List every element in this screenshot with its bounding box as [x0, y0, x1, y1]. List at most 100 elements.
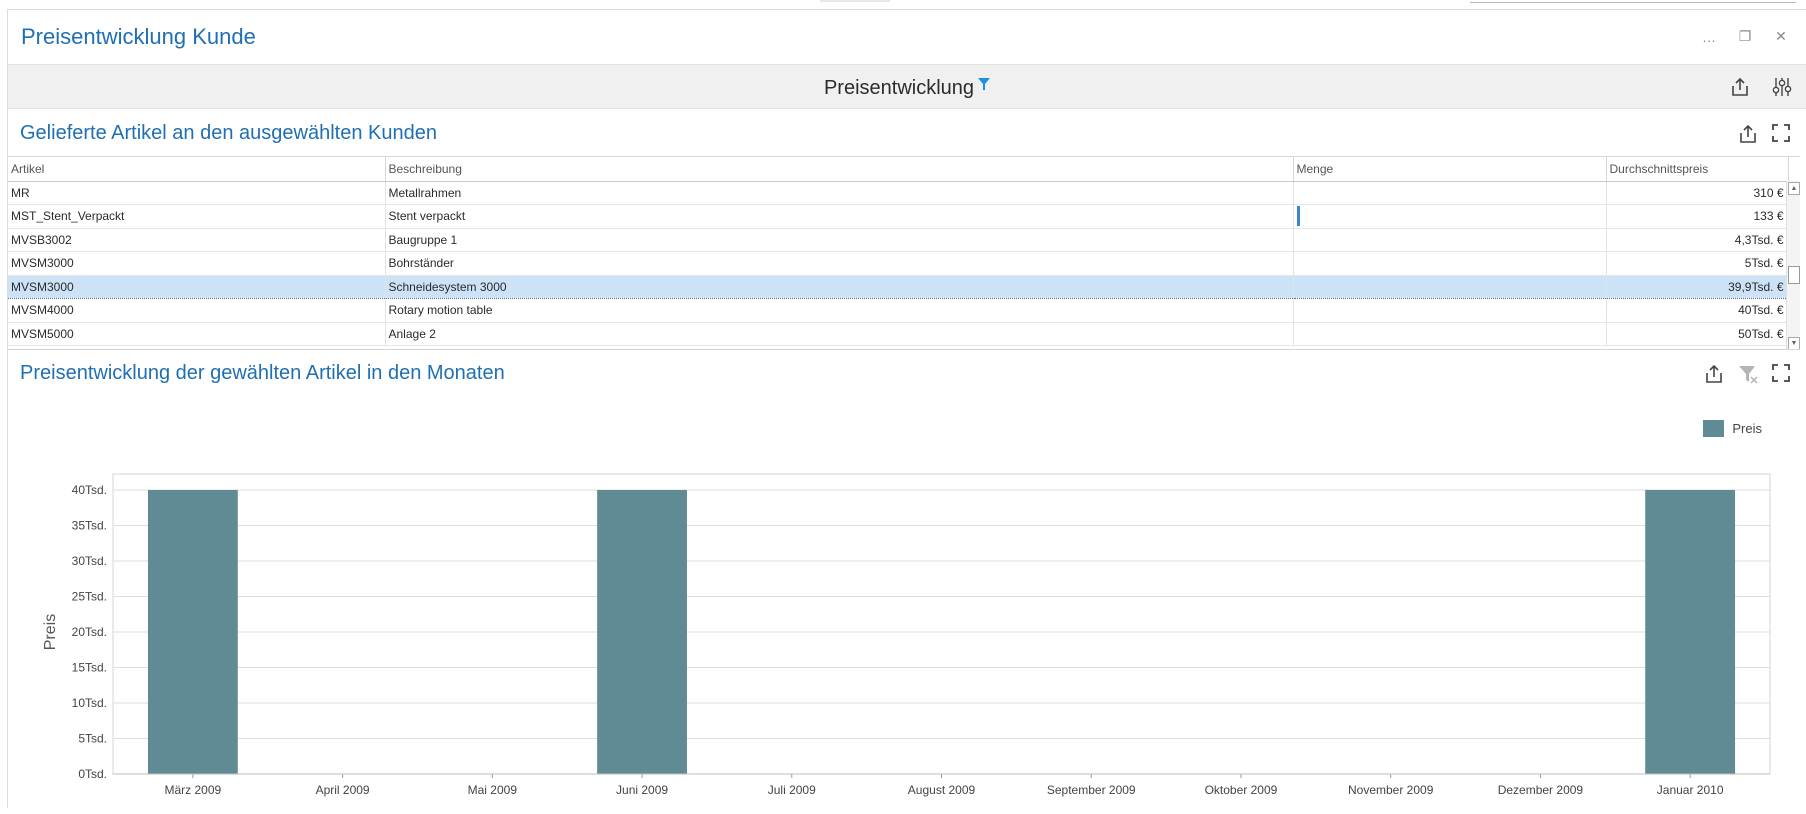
grid-export-icon[interactable]	[1738, 124, 1758, 144]
cell-beschreibung-text: Rotary motion table	[388, 303, 493, 318]
title-bar: Preisentwicklung Kunde … ❐ ✕	[8, 10, 1806, 64]
cell-beschreibung: Rotary motion table	[385, 298, 1294, 323]
cell-durchschnittspreis-text: 5Tsd. €	[1744, 256, 1784, 271]
cell-artikel-text: MR	[11, 185, 30, 200]
cell-beschreibung: Metallrahmen	[385, 181, 1294, 205]
parameters-icon[interactable]	[1772, 77, 1792, 97]
y-tick-label: 0Tsd.	[78, 767, 107, 781]
x-tick-label: Januar 2010	[1657, 783, 1724, 797]
y-tick-label: 35Tsd.	[72, 519, 107, 533]
cell-artikel: MVSB3002	[8, 228, 386, 252]
cell-durchschnittspreis: 50Tsd. €	[1606, 322, 1789, 346]
table-row[interactable]: MVSM5000 Anlage 2 50Tsd. €	[8, 322, 1789, 346]
y-tick-label: 30Tsd.	[72, 554, 107, 568]
bar-0-3	[597, 490, 687, 774]
window-controls: … ❐ ✕	[1702, 28, 1788, 45]
cell-menge	[1293, 298, 1607, 323]
cell-menge	[1293, 274, 1607, 299]
chart-svg: 0Tsd. 5Tsd. 10Tsd. 15Tsd. 20Tsd. 25Tsd. 30Tsd.…	[42, 473, 1771, 797]
column-header-menge[interactable]: Menge	[1293, 157, 1607, 182]
cell-beschreibung-text: Schneidesystem 3000	[388, 279, 507, 294]
cell-artikel-text: MVSM5000	[11, 326, 74, 341]
cell-durchschnittspreis-text: 4,3Tsd. €	[1734, 232, 1784, 247]
cell-durchschnittspreis-text: 40Tsd. €	[1738, 303, 1784, 318]
x-tick-label: Oktober 2009	[1205, 783, 1278, 797]
articles-table: Artikel Beschreibung Menge Durchschnitts…	[8, 157, 1789, 346]
top-edge	[0, 0, 1806, 9]
cell-durchschnittspreis: 310 €	[1606, 181, 1789, 205]
y-tick-label: 25Tsd.	[72, 590, 107, 604]
cell-menge	[1293, 204, 1607, 229]
table-row[interactable]: MR Metallrahmen 310 €	[8, 181, 1789, 205]
menge-bar	[1296, 206, 1300, 227]
close-icon[interactable]: ✕	[1774, 28, 1788, 45]
clear-filter-icon[interactable]	[1738, 364, 1758, 384]
cell-artikel-text: MVSM3000	[11, 279, 74, 294]
column-header-beschreibung[interactable]: Beschreibung	[385, 157, 1294, 182]
filter-icon[interactable]	[978, 73, 991, 96]
chart-maximize-icon[interactable]	[1772, 364, 1792, 384]
table-row[interactable]: MVSM4000 Rotary motion table 40Tsd. €	[8, 298, 1789, 323]
cell-durchschnittspreis: 133 €	[1606, 204, 1789, 229]
cell-artikel-text: MST_Stent_Verpackt	[11, 209, 125, 224]
table-row[interactable]: MVSM3000 Bohrständer 5Tsd. €	[8, 251, 1789, 276]
y-tick-label: 40Tsd.	[72, 483, 107, 497]
table-header-row: Artikel Beschreibung Menge Durchschnitts…	[8, 157, 1789, 182]
dashboard-header-icons	[1730, 77, 1792, 97]
window-title: Preisentwicklung Kunde	[21, 24, 256, 49]
cell-menge	[1293, 251, 1607, 276]
cell-artikel: MST_Stent_Verpackt	[8, 204, 386, 229]
cell-artikel-text: MVSB3002	[11, 232, 72, 247]
table-row[interactable]: MVSM3000 Schneidesystem 3000 39,9Tsd. €	[8, 274, 1789, 299]
cell-durchschnittspreis: 39,9Tsd. €	[1606, 274, 1789, 299]
cell-artikel: MVSM3000	[8, 274, 386, 299]
x-tick-label: Juni 2009	[616, 783, 668, 797]
table-body: MR Metallrahmen 310 € MST_Stent_Verpackt Ste…	[8, 181, 1789, 346]
cell-durchschnittspreis-text: 133 €	[1753, 209, 1784, 224]
scroll-up-icon[interactable]: ▲	[1788, 182, 1800, 195]
legend-label: Preis	[1732, 421, 1762, 436]
price-chart: Preis 0Tsd. 5Tsd. 10Tsd. 15Tsd. 20Tsd. 25Tsd.…	[8, 390, 1800, 809]
table-row[interactable]: MST_Stent_Verpackt Stent verpackt 133 €	[8, 204, 1789, 229]
x-tick-label: März 2009	[165, 783, 222, 797]
cell-durchschnittspreis: 40Tsd. €	[1606, 298, 1789, 323]
x-tick-label: September 2009	[1047, 783, 1136, 797]
legend-swatch	[1703, 420, 1725, 437]
cell-artikel: MVSM5000	[8, 322, 386, 346]
cell-durchschnittspreis-text: 50Tsd. €	[1738, 326, 1784, 341]
chart-export-icon[interactable]	[1704, 364, 1724, 384]
bar-0-10	[1645, 490, 1736, 774]
grid-panel-title: Gelieferte Artikel an den ausgewählten K…	[20, 122, 437, 144]
column-header-artikel[interactable]: Artikel	[8, 157, 386, 182]
top-edge-line	[1470, 2, 1796, 3]
cell-menge	[1293, 322, 1607, 346]
cell-artikel: MR	[8, 181, 386, 205]
cell-beschreibung: Baugruppe 1	[385, 228, 1294, 252]
grid-maximize-icon[interactable]	[1772, 124, 1792, 144]
scroll-thumb[interactable]	[1788, 266, 1800, 284]
cell-menge	[1293, 181, 1607, 205]
bar-0-0	[147, 490, 238, 774]
y-tick-label: 5Tsd.	[78, 732, 107, 746]
cell-durchschnittspreis-text: 310 €	[1753, 185, 1784, 200]
restore-icon[interactable]: ❐	[1738, 28, 1752, 45]
grid-scrollbar[interactable]: ▲ ▼	[1786, 181, 1800, 349]
export-icon[interactable]	[1730, 77, 1750, 97]
table-row[interactable]: MVSB3002 Baugruppe 1 4,3Tsd. €	[8, 228, 1789, 252]
articles-grid: Artikel Beschreibung Menge Durchschnitts…	[8, 156, 1800, 350]
scroll-down-icon[interactable]: ▼	[1788, 337, 1800, 349]
more-options-icon[interactable]: …	[1702, 29, 1716, 45]
cell-beschreibung-text: Metallrahmen	[388, 185, 462, 200]
chart-panel-title: Preisentwicklung der gewählten Artikel i…	[20, 362, 505, 384]
cell-artikel-text: MVSM4000	[11, 303, 74, 318]
y-tick-label: 20Tsd.	[72, 625, 107, 639]
x-tick-label: April 2009	[316, 783, 370, 797]
cell-artikel-text: MVSM3000	[11, 256, 74, 271]
cell-beschreibung-text: Bohrständer	[388, 256, 454, 271]
dashboard-header: Preisentwicklung	[8, 64, 1806, 109]
grid-panel-icons	[1738, 124, 1792, 144]
y-axis-label: Preis	[42, 614, 59, 650]
column-header-durchschnittspreis[interactable]: Durchschnittspreis	[1606, 157, 1789, 182]
x-tick-label: November 2009	[1348, 783, 1434, 797]
cell-durchschnittspreis: 4,3Tsd. €	[1606, 228, 1789, 252]
